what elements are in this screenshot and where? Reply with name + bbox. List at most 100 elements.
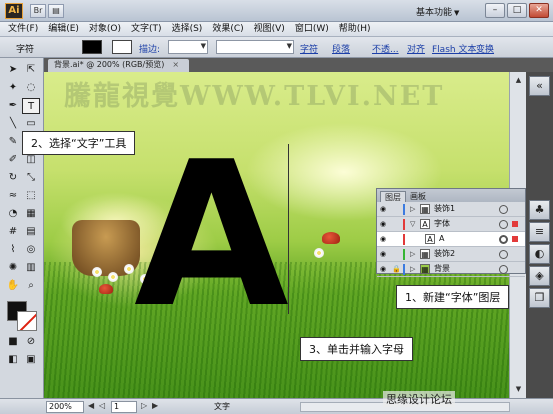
workspace-switcher[interactable]: 基本功能 ▼ [416,5,459,18]
visibility-eye-icon[interactable]: ◉ [380,265,389,273]
arrange-documents-icon[interactable]: ▤ [48,4,64,18]
rectangle-tool-icon[interactable]: ▭ [22,116,40,132]
lasso-tool-icon[interactable]: ◌ [22,80,40,96]
target-circle-icon[interactable] [499,235,508,244]
symbol-sprayer-tool-icon[interactable]: ✺ [4,260,22,276]
width-tool-icon[interactable]: ≈ [4,188,22,204]
lock-toggle-icon[interactable] [392,220,400,228]
draw-mode-icon[interactable]: ◧ [4,352,22,368]
next-page-icon[interactable]: ▷ [141,401,147,410]
close-icon[interactable]: × [172,60,179,69]
stroke-panel-icon[interactable]: ≡ [529,222,550,242]
magic-wand-tool-icon[interactable]: ✦ [4,80,22,96]
menu-select[interactable]: 选择(S) [168,22,209,36]
expand-arrow-icon[interactable]: ▷ [410,262,415,276]
column-graph-tool-icon[interactable]: ▥ [22,260,40,276]
blend-tool-icon[interactable]: ◎ [22,242,40,258]
lock-toggle-icon[interactable] [392,250,400,258]
rotate-tool-icon[interactable]: ↻ [4,170,22,186]
layer-row[interactable]: ◉ ▽ A 字体 [377,217,525,232]
collapse-panels-icon[interactable]: « [529,76,550,96]
line-tool-icon[interactable]: ╲ [4,116,22,132]
typed-letter[interactable]: A [134,136,289,336]
paintbrush-tool-icon[interactable]: ✎ [4,134,22,150]
shape-builder-tool-icon[interactable]: ◔ [4,206,22,222]
layer-row[interactable]: ◉ ▷ ▦ 装饰2 [377,247,525,262]
menu-effect[interactable]: 效果(C) [208,22,249,36]
minimize-button[interactable]: – [485,3,505,18]
target-circle-icon[interactable] [499,220,508,229]
screen-mode-icon[interactable]: ▣ [22,352,40,368]
expand-arrow-icon[interactable]: ▷ [410,202,415,216]
free-transform-tool-icon[interactable]: ⬚ [22,188,40,204]
menu-edit[interactable]: 编辑(E) [44,22,85,36]
eyedropper-tool-icon[interactable]: ⌇ [4,242,22,258]
fill-color-swatch[interactable] [82,40,102,54]
layer-name[interactable]: 背景 [434,262,450,276]
layer-row[interactable]: ◉ 🔒 ▷ ▦ 背景 [377,262,525,277]
menu-view[interactable]: 视图(V) [250,22,291,36]
lock-icon[interactable]: 🔒 [392,265,401,273]
selection-tool-icon[interactable]: ➤ [4,62,22,78]
target-circle-icon[interactable] [499,250,508,259]
variable-width-dropdown[interactable]: ▼ [216,40,294,54]
menu-file[interactable]: 文件(F) [4,22,44,36]
menu-help[interactable]: 帮助(H) [335,22,377,36]
previous-page-icon[interactable]: ◁ [99,401,105,410]
last-page-icon[interactable]: ▶ [152,401,158,410]
close-button[interactable]: ✕ [529,3,549,18]
scroll-up-icon[interactable]: ▲ [512,74,525,87]
none-mode-icon[interactable]: ⊘ [22,334,40,350]
pen-tool-icon[interactable]: ✒ [4,98,22,114]
layer-row-selected[interactable]: ◉ A A [377,232,525,247]
visibility-eye-icon[interactable]: ◉ [380,220,389,228]
appearance-panel-icon[interactable]: ◐ [529,244,550,264]
mesh-tool-icon[interactable]: # [4,224,22,240]
target-circle-icon[interactable] [499,265,508,274]
bridge-icon[interactable]: Br [30,4,46,18]
color-mode-icon[interactable]: ■ [4,334,22,350]
visibility-eye-icon[interactable]: ◉ [380,235,389,243]
collapse-arrow-icon[interactable]: ▽ [410,217,415,231]
maximize-button[interactable]: □ [507,3,527,18]
flash-text-link[interactable]: Flash 文本 [432,42,476,55]
target-circle-icon[interactable] [499,205,508,214]
layer-name[interactable]: A [439,232,444,246]
character-link[interactable]: 字符 [300,42,318,55]
perspective-grid-tool-icon[interactable]: ▦ [22,206,40,222]
menu-window[interactable]: 窗口(W) [291,22,335,36]
tab-layers[interactable]: 图层 [380,191,406,202]
opacity-link[interactable]: 不透... [372,42,399,55]
tab-artboards[interactable]: 画板 [406,191,430,202]
stroke-swatch[interactable] [17,311,37,331]
document-tab[interactable]: 背景.ai* @ 200% (RGB/预览) × [48,59,190,72]
first-page-icon[interactable]: ◀ [88,401,94,410]
stroke-weight-dropdown[interactable]: ▼ [168,40,208,54]
artboards-panel-icon[interactable]: ❐ [529,288,550,308]
hand-tool-icon[interactable]: ✋ [4,278,22,294]
layer-row[interactable]: ◉ ▷ ▦ 装饰1 [377,202,525,217]
visibility-eye-icon[interactable]: ◉ [380,250,389,258]
zoom-level-field[interactable]: 200% [46,401,84,413]
lock-toggle-icon[interactable] [392,235,400,243]
gradient-tool-icon[interactable]: ▤ [22,224,40,240]
align-link[interactable]: 对齐 [407,42,425,55]
layers-panel-icon[interactable]: ◈ [529,266,550,286]
direct-selection-tool-icon[interactable]: ⇱ [22,62,40,78]
menu-type[interactable]: 文字(T) [127,22,168,36]
lock-toggle-icon[interactable] [392,205,400,213]
layer-name[interactable]: 装饰1 [434,202,455,216]
stroke-label[interactable]: 描边: [139,42,160,55]
page-number-field[interactable]: 1 [111,401,137,413]
type-tool-icon[interactable]: T [22,98,40,114]
visibility-eye-icon[interactable]: ◉ [380,205,389,213]
expand-arrow-icon[interactable]: ▷ [410,247,415,261]
blob-brush-tool-icon[interactable]: ✐ [4,152,22,168]
scroll-down-icon[interactable]: ▼ [512,383,525,396]
menu-object[interactable]: 对象(O) [85,22,127,36]
paragraph-link[interactable]: 段落 [332,42,350,55]
scale-tool-icon[interactable]: ⤡ [22,170,40,186]
stroke-color-swatch[interactable] [112,40,132,54]
symbols-panel-icon[interactable]: ♣ [529,200,550,220]
zoom-tool-icon[interactable]: ⌕ [22,278,40,294]
